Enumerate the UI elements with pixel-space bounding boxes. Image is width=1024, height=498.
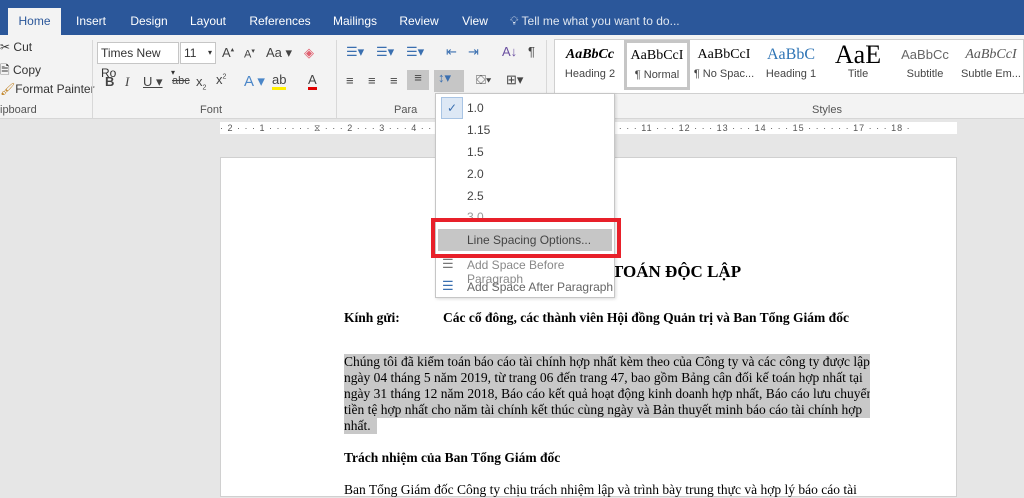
ribbon-tab-bar: Home Insert Design Layout References Mai… — [0, 0, 1024, 35]
paragraph-line: Chúng tôi đã kiểm toán báo cáo tài chính… — [344, 354, 870, 370]
tab-home[interactable]: Home — [8, 8, 61, 35]
style-normal[interactable]: AaBbCcI ¶ Normal — [624, 40, 690, 90]
underline-icon[interactable]: U ▾ — [143, 74, 163, 90]
align-right-icon[interactable]: ≡ — [390, 73, 398, 88]
to-label: Kính gửi: — [344, 310, 400, 325]
justify-icon[interactable]: ≡ — [407, 70, 429, 90]
divider — [336, 40, 337, 118]
multilevel-list-icon[interactable]: ☰▾ — [406, 44, 424, 60]
copy-icon: 🗎︎ — [0, 63, 10, 77]
paragraph-line: Ban Tổng Giám đốc Công ty chịu trách nhi… — [344, 482, 857, 497]
section-heading: Trách nhiệm của Ban Tổng Giám đốc — [344, 450, 561, 465]
paragraph-line: ngày 04 tháng 5 năm 2019, từ trang 06 đế… — [344, 370, 870, 386]
cut-button[interactable]: ✂ Cut — [0, 40, 32, 54]
scissors-icon: ✂ — [0, 40, 11, 54]
style-subtle-emphasis[interactable]: AaBbCcI Subtle Em... — [958, 42, 1024, 90]
line-spacing-option[interactable]: 2.0 — [467, 167, 484, 181]
numbering-icon[interactable]: ☰▾ — [376, 44, 394, 60]
document-title: TOÁN ĐỘC LẬP — [612, 262, 742, 281]
paragraph-line: ngày 31 tháng 12 năm 2018, Báo cáo kết q… — [344, 386, 870, 402]
clear-formatting-icon[interactable]: ◈ — [304, 45, 314, 61]
sort-icon[interactable]: A↓ — [502, 44, 517, 59]
styles-group-label: Styles — [812, 104, 842, 116]
font-group-label: Font — [200, 104, 223, 116]
line-spacing-option[interactable]: 1.15 — [467, 123, 490, 137]
line-spacing-button[interactable]: ↕▾ — [434, 70, 464, 92]
chevron-down-icon: ▾ — [207, 48, 212, 57]
lightbulb-icon: 💡︎ — [510, 14, 522, 28]
highlight-icon[interactable]: ab — [272, 72, 287, 90]
tab-view[interactable]: View — [454, 8, 496, 35]
font-color-icon[interactable]: A — [308, 72, 317, 90]
line-spacing-option[interactable]: 1.5 — [467, 145, 484, 159]
increase-indent-icon[interactable]: ⇥ — [468, 44, 479, 60]
font-name-select[interactable]: Times New Ro ▾ — [97, 42, 179, 80]
align-left-icon[interactable]: ≡ — [346, 73, 354, 88]
shading-icon[interactable]: ⛋▾ — [476, 72, 491, 88]
style-no-spacing[interactable]: AaBbCcI ¶ No Spac... — [691, 42, 757, 90]
borders-icon[interactable]: ⊞▾ — [506, 72, 523, 88]
change-case-button[interactable]: Aa ▾ — [266, 45, 292, 61]
add-space-after-item[interactable]: Add Space After Paragraph — [467, 280, 613, 294]
tab-references[interactable]: References — [242, 8, 318, 35]
style-title[interactable]: AaE Title — [825, 42, 891, 90]
bold-icon[interactable]: B — [105, 74, 114, 89]
grow-font-icon[interactable]: A▴ — [222, 45, 234, 60]
tab-review[interactable]: Review — [392, 8, 446, 35]
paintbrush-icon: 🖌︎ — [0, 82, 16, 96]
tab-layout[interactable]: Layout — [182, 8, 234, 35]
tab-mailings[interactable]: Mailings — [326, 8, 384, 35]
checkmark-icon: ✓ — [441, 97, 463, 119]
decrease-indent-icon[interactable]: ⇤ — [446, 44, 457, 60]
paragraph-line: tiền tệ hợp nhất cho năm tài chính kết t… — [344, 402, 870, 418]
tab-insert[interactable]: Insert — [66, 8, 116, 35]
subscript-icon[interactable]: x2 — [196, 74, 206, 92]
bullets-icon[interactable]: ☰▾ — [346, 44, 364, 60]
strikethrough-icon[interactable]: abc — [172, 75, 190, 87]
font-size-select[interactable]: 11 ▾ — [180, 42, 216, 64]
style-heading-1[interactable]: AaBbC Heading 1 — [758, 42, 824, 90]
line-spacing-menu: ✓ 1.0 1.15 1.5 2.0 2.5 3.0 Line Spacing … — [435, 93, 615, 298]
copy-button[interactable]: 🗎︎ Copy — [0, 61, 41, 82]
add-space-before-icon: ☰ — [442, 256, 454, 271]
text-effects-icon[interactable]: A ▾ — [244, 72, 265, 90]
tell-me-box[interactable]: 💡︎ Tell me what you want to do... — [510, 8, 710, 35]
format-painter-button[interactable]: 🖌︎Format Painter — [0, 82, 95, 96]
clipboard-group-label: ipboard — [0, 104, 37, 116]
paragraph-line: nhất. — [344, 418, 377, 434]
divider — [92, 40, 93, 118]
paragraph-group-label: Para — [394, 104, 418, 116]
superscript-icon[interactable]: x2 — [216, 72, 226, 87]
align-center-icon[interactable]: ≡ — [368, 73, 376, 88]
shrink-font-icon[interactable]: A▾ — [244, 47, 255, 61]
style-subtitle[interactable]: AaBbCc Subtitle — [892, 42, 958, 90]
pilcrow-icon[interactable]: ¶ — [528, 44, 535, 59]
style-heading-2[interactable]: AaBbCc Heading 2 — [557, 42, 623, 90]
highlight-annotation-box — [431, 218, 621, 258]
to-value: Các cổ đông, các thành viên Hội đồng Quả… — [443, 310, 849, 325]
tab-design[interactable]: Design — [124, 8, 174, 35]
line-spacing-option[interactable]: 2.5 — [467, 189, 484, 203]
add-space-after-icon: ☰ — [442, 278, 454, 293]
line-spacing-option[interactable]: 1.0 — [467, 101, 484, 115]
italic-icon[interactable]: I — [125, 74, 129, 90]
